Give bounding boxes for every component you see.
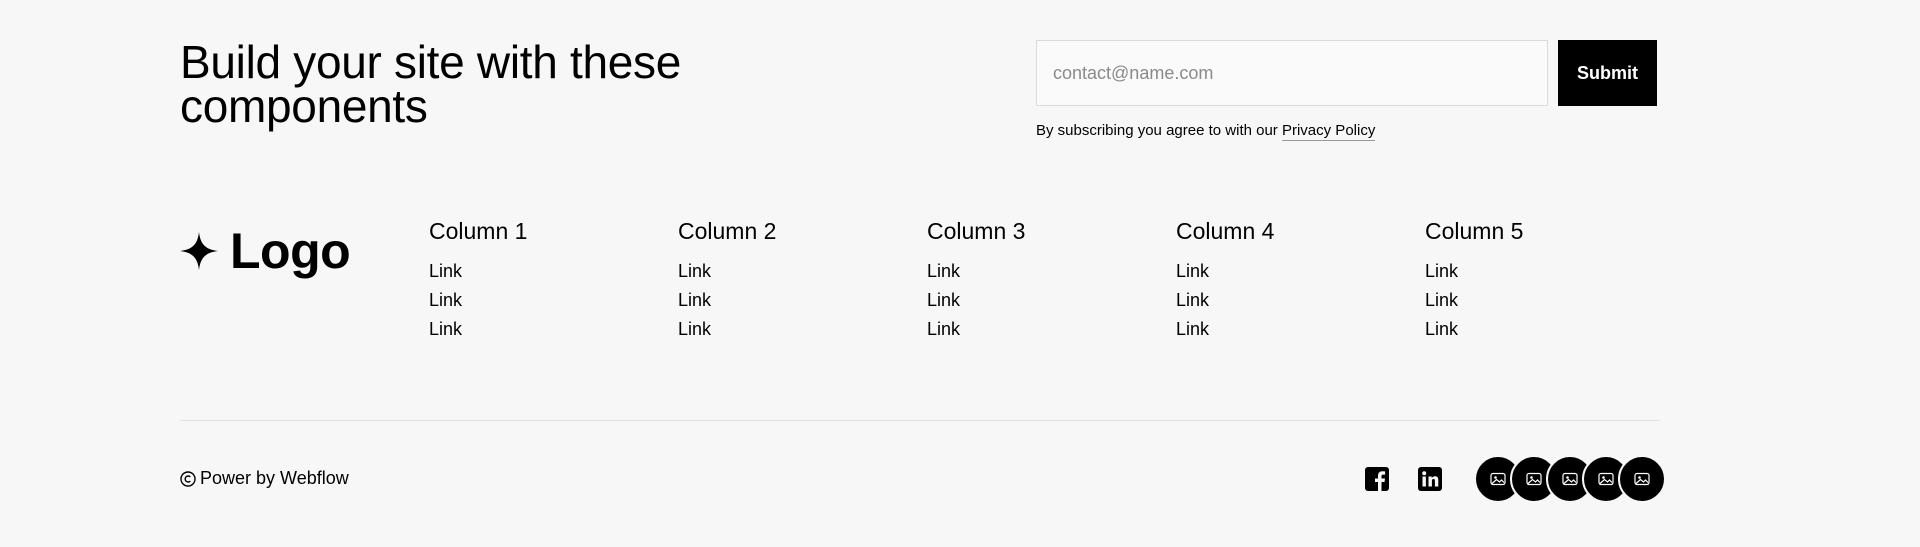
footer-link[interactable]: Link bbox=[429, 286, 678, 315]
column-title: Column 5 bbox=[1425, 218, 1524, 244]
footer-link[interactable]: Link bbox=[1425, 257, 1674, 286]
footer-link[interactable]: Link bbox=[1425, 286, 1674, 315]
footer-column-5: Column 5 Link Link Link bbox=[1425, 218, 1674, 344]
footer-column-3: Column 3 Link Link Link bbox=[927, 218, 1176, 344]
column-title: Column 2 bbox=[678, 218, 777, 244]
linkedin-link[interactable] bbox=[1417, 466, 1470, 492]
avatar[interactable] bbox=[1618, 455, 1666, 503]
copyright-text: Power by Webflow bbox=[200, 468, 349, 488]
column-title: Column 3 bbox=[927, 218, 1026, 244]
footer-columns: Column 1 Link Link Link Column 2 Link Li… bbox=[429, 218, 1674, 344]
image-placeholder-icon bbox=[1598, 472, 1614, 486]
footer-link[interactable]: Link bbox=[678, 315, 927, 344]
copyright-icon bbox=[180, 470, 196, 487]
footer-column-4: Column 4 Link Link Link bbox=[1176, 218, 1425, 344]
avatar-group bbox=[1474, 455, 1666, 503]
footer-link[interactable]: Link bbox=[429, 315, 678, 344]
footer-link[interactable]: Link bbox=[927, 315, 1176, 344]
image-placeholder-icon bbox=[1526, 472, 1542, 486]
footer-link[interactable]: Link bbox=[429, 257, 678, 286]
social-links bbox=[1364, 455, 1666, 503]
facebook-icon bbox=[1365, 467, 1389, 492]
footer-column-1: Column 1 Link Link Link bbox=[429, 218, 678, 344]
column-title: Column 1 bbox=[429, 218, 528, 244]
image-placeholder-icon bbox=[1562, 472, 1578, 486]
consent-text: By subscribing you agree to with our Pri… bbox=[1036, 122, 1376, 141]
headline: Build your site with these components bbox=[180, 36, 682, 132]
footer-column-2: Column 2 Link Link Link bbox=[678, 218, 927, 344]
logo[interactable]: Logo bbox=[180, 223, 351, 279]
logo-text: Logo bbox=[230, 223, 351, 279]
footer-link[interactable]: Link bbox=[1425, 315, 1674, 344]
submit-button[interactable]: Submit bbox=[1558, 40, 1657, 106]
email-input[interactable] bbox=[1036, 40, 1548, 106]
footer-link[interactable]: Link bbox=[678, 286, 927, 315]
footer-link[interactable]: Link bbox=[1176, 257, 1425, 286]
copyright: Power by Webflow bbox=[180, 468, 349, 489]
footer-link[interactable]: Link bbox=[1176, 315, 1425, 344]
newsletter-section: Build your site with these components Su… bbox=[180, 36, 1660, 150]
sparkle-icon bbox=[180, 232, 218, 270]
linkedin-icon bbox=[1418, 467, 1442, 491]
footer-link[interactable]: Link bbox=[1176, 286, 1425, 315]
image-placeholder-icon bbox=[1490, 472, 1506, 486]
footer-link[interactable]: Link bbox=[927, 257, 1176, 286]
facebook-link[interactable] bbox=[1364, 466, 1417, 492]
footer-link[interactable]: Link bbox=[678, 257, 927, 286]
column-title: Column 4 bbox=[1176, 218, 1275, 244]
footer-divider bbox=[180, 420, 1660, 421]
consent-label: By subscribing you agree to with our bbox=[1036, 122, 1282, 139]
image-placeholder-icon bbox=[1634, 472, 1650, 486]
privacy-policy-link[interactable]: Privacy Policy bbox=[1281, 122, 1376, 141]
footer-link[interactable]: Link bbox=[927, 286, 1176, 315]
